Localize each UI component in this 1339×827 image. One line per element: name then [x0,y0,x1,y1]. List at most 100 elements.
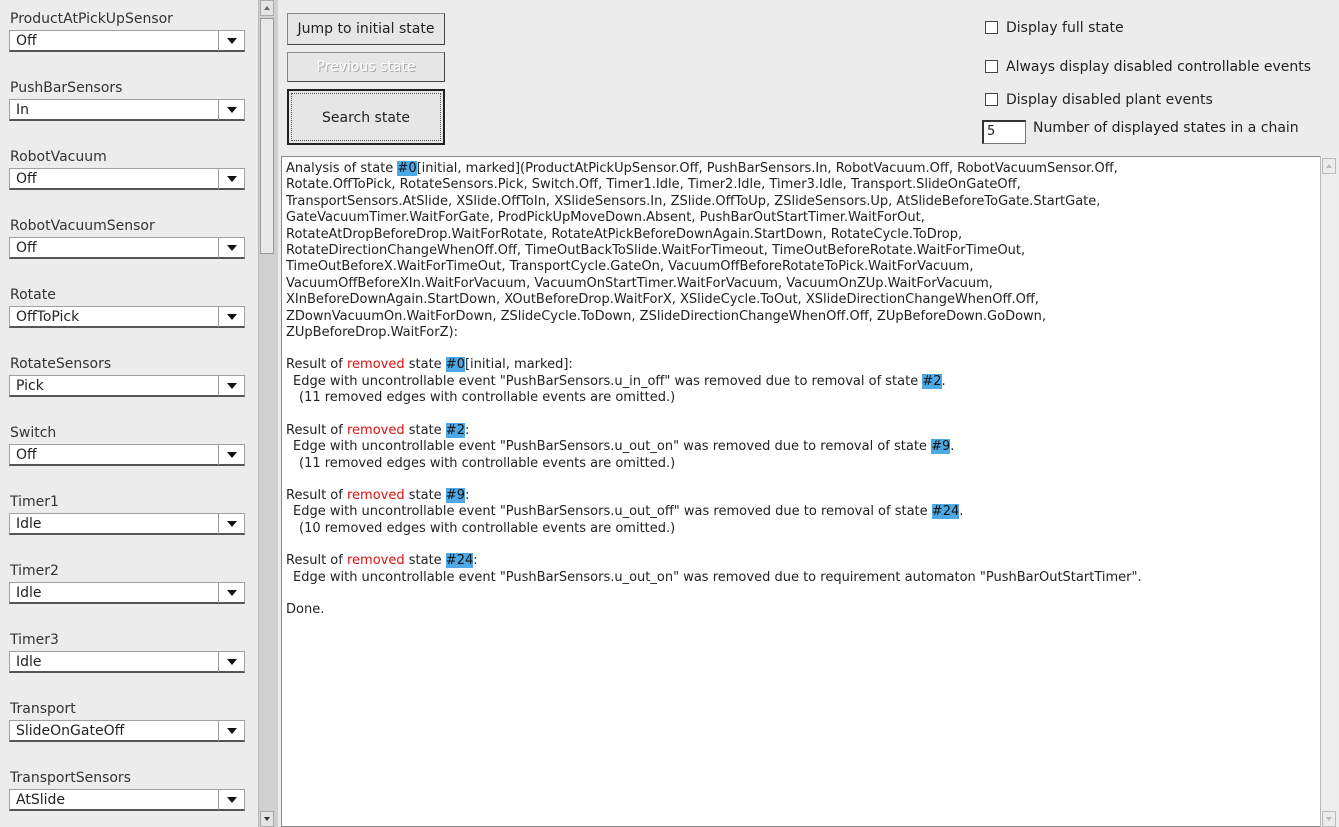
variable-select[interactable]: Off [9,444,245,466]
analysis-prefix: Analysis of state [286,161,398,176]
selected-value: Off [16,447,37,463]
edge-end: . [941,373,946,389]
analysis-line: TimeOutBeforeX.WaitForTimeOut, Transport… [286,259,974,275]
chevron-down-icon[interactable] [218,514,244,534]
always-display-disabled-checkbox[interactable] [985,60,998,73]
edge-end: . [950,439,955,455]
state-link[interactable]: #9 [445,487,465,503]
analysis-line: RotateDirectionChangeWhenOff.Off, TimeOu… [286,243,1026,259]
state-word: state [404,553,446,569]
analysis-line: VacuumOffBeforeXIn.WaitForVacuum, Vacuum… [286,275,993,291]
previous-state-button: Previous state [287,52,445,82]
display-full-state-checkbox[interactable] [985,21,998,34]
variable-label: Transport [10,701,76,717]
done-text: Done. [286,601,325,617]
variable-select[interactable]: OffToPick [9,306,245,328]
state-link[interactable]: #24 [931,504,960,520]
variable-select[interactable]: In [9,99,245,121]
state-word: state [404,487,446,503]
state-link[interactable]: #2 [445,422,465,438]
result-paragraph: Result of removed state #9: Edge with un… [286,487,1316,537]
result-of-text: Result of [286,553,347,569]
chevron-down-icon[interactable] [218,307,244,327]
jump-to-initial-state-button[interactable]: Jump to initial state [287,13,445,45]
edge-end: . [959,504,964,520]
chain-count-input[interactable]: 5 [982,120,1026,144]
chain-count-label: Number of displayed states in a chain [1033,120,1299,136]
variable-select[interactable]: AtSlide [9,789,245,811]
selected-value: OffToPick [16,309,80,325]
display-disabled-plant-label: Display disabled plant events [1006,92,1213,108]
result-of-text: Result of [286,422,347,438]
state-word: state [404,422,446,438]
state-link[interactable]: #0 [397,161,417,176]
selected-value: AtSlide [16,792,65,808]
omitted-note: (11 removed edges with controllable even… [299,455,676,471]
scroll-down-arrow-icon[interactable] [1322,811,1336,827]
variable-label: Timer2 [10,563,59,579]
state-link[interactable]: #2 [922,373,942,389]
state-link[interactable]: #24 [445,553,474,569]
scroll-up-arrow-icon[interactable] [1322,158,1336,174]
variable-select[interactable]: Idle [9,513,245,535]
chevron-down-icon[interactable] [218,721,244,741]
variable-select[interactable]: Off [9,30,245,52]
scroll-down-arrow-icon[interactable] [260,811,274,827]
always-display-disabled-label: Always display disabled controllable eve… [1006,59,1312,75]
variable-select[interactable]: SlideOnGateOff [9,720,245,742]
chevron-down-icon[interactable] [218,652,244,672]
output-scrollbar[interactable] [1320,156,1337,827]
display-disabled-plant-checkbox[interactable] [985,93,998,106]
state-variable-panel: ProductAtPickUpSensor Off PushBarSensors… [0,0,258,827]
chevron-down-icon[interactable] [218,100,244,120]
selected-value: Pick [16,378,44,394]
state-link[interactable]: #0 [445,357,465,373]
variable-select[interactable]: Idle [9,651,245,673]
variable-label: TransportSensors [10,770,131,786]
display-full-state-label: Display full state [1006,20,1124,36]
selected-value: Idle [16,585,42,601]
scroll-up-arrow-icon[interactable] [260,0,274,16]
result-paragraph: Result of removed state #24: Edge with u… [286,553,1316,586]
analysis-output[interactable]: Analysis of state #0[initial, marked](Pr… [281,156,1320,827]
sidebar-scrollbar[interactable] [258,0,274,827]
selected-value: Off [16,33,37,49]
scrollbar-thumb[interactable] [260,18,274,254]
chevron-down-icon[interactable] [218,445,244,465]
analysis-paragraph: Analysis of state #0[initial, marked](Pr… [286,161,1316,341]
selected-value: Idle [16,516,42,532]
removed-text: removed [346,357,405,373]
search-state-button[interactable]: Search state [287,89,445,145]
variable-label: RobotVacuumSensor [10,218,155,234]
state-link[interactable]: #9 [931,439,951,455]
chevron-down-icon[interactable] [218,376,244,396]
removed-text: removed [346,487,405,503]
variable-label: PushBarSensors [10,80,123,96]
variable-select[interactable]: Off [9,237,245,259]
variable-select[interactable]: Pick [9,375,245,397]
state-word: state [404,357,446,373]
edge-text: Edge with uncontrollable event "PushBarS… [293,569,1142,585]
result-paragraph: Result of removed state #0[initial, mark… [286,357,1316,406]
removed-text: removed [346,422,405,438]
analysis-line: RotateAtDropBeforeDrop.WaitForRotate, Ro… [286,226,963,242]
chevron-down-icon[interactable] [218,790,244,810]
variable-select[interactable]: Idle [9,582,245,604]
variable-label: Switch [10,425,57,441]
analysis-line: ZDownVacuumOn.WaitForDown, ZSlideCycle.T… [286,308,1047,324]
variable-select[interactable]: Off [9,168,245,190]
chevron-down-icon[interactable] [218,169,244,189]
selected-value: In [16,102,30,118]
edge-text: Edge with uncontrollable event "PushBarS… [293,373,923,389]
result-of-text: Result of [286,487,347,503]
edge-text: Edge with uncontrollable event "PushBarS… [293,504,932,520]
analysis-line: TransportSensors.AtSlide, XSlide.OffToIn… [286,193,1101,209]
edge-text: Edge with uncontrollable event "PushBarS… [293,439,932,455]
split-pane-divider[interactable] [274,0,278,827]
selected-value: Off [16,171,37,187]
chevron-down-icon[interactable] [218,238,244,258]
result-of-text: Result of [286,357,347,373]
result-suffix: [initial, marked]: [464,357,573,373]
chevron-down-icon[interactable] [218,31,244,51]
chevron-down-icon[interactable] [218,583,244,603]
